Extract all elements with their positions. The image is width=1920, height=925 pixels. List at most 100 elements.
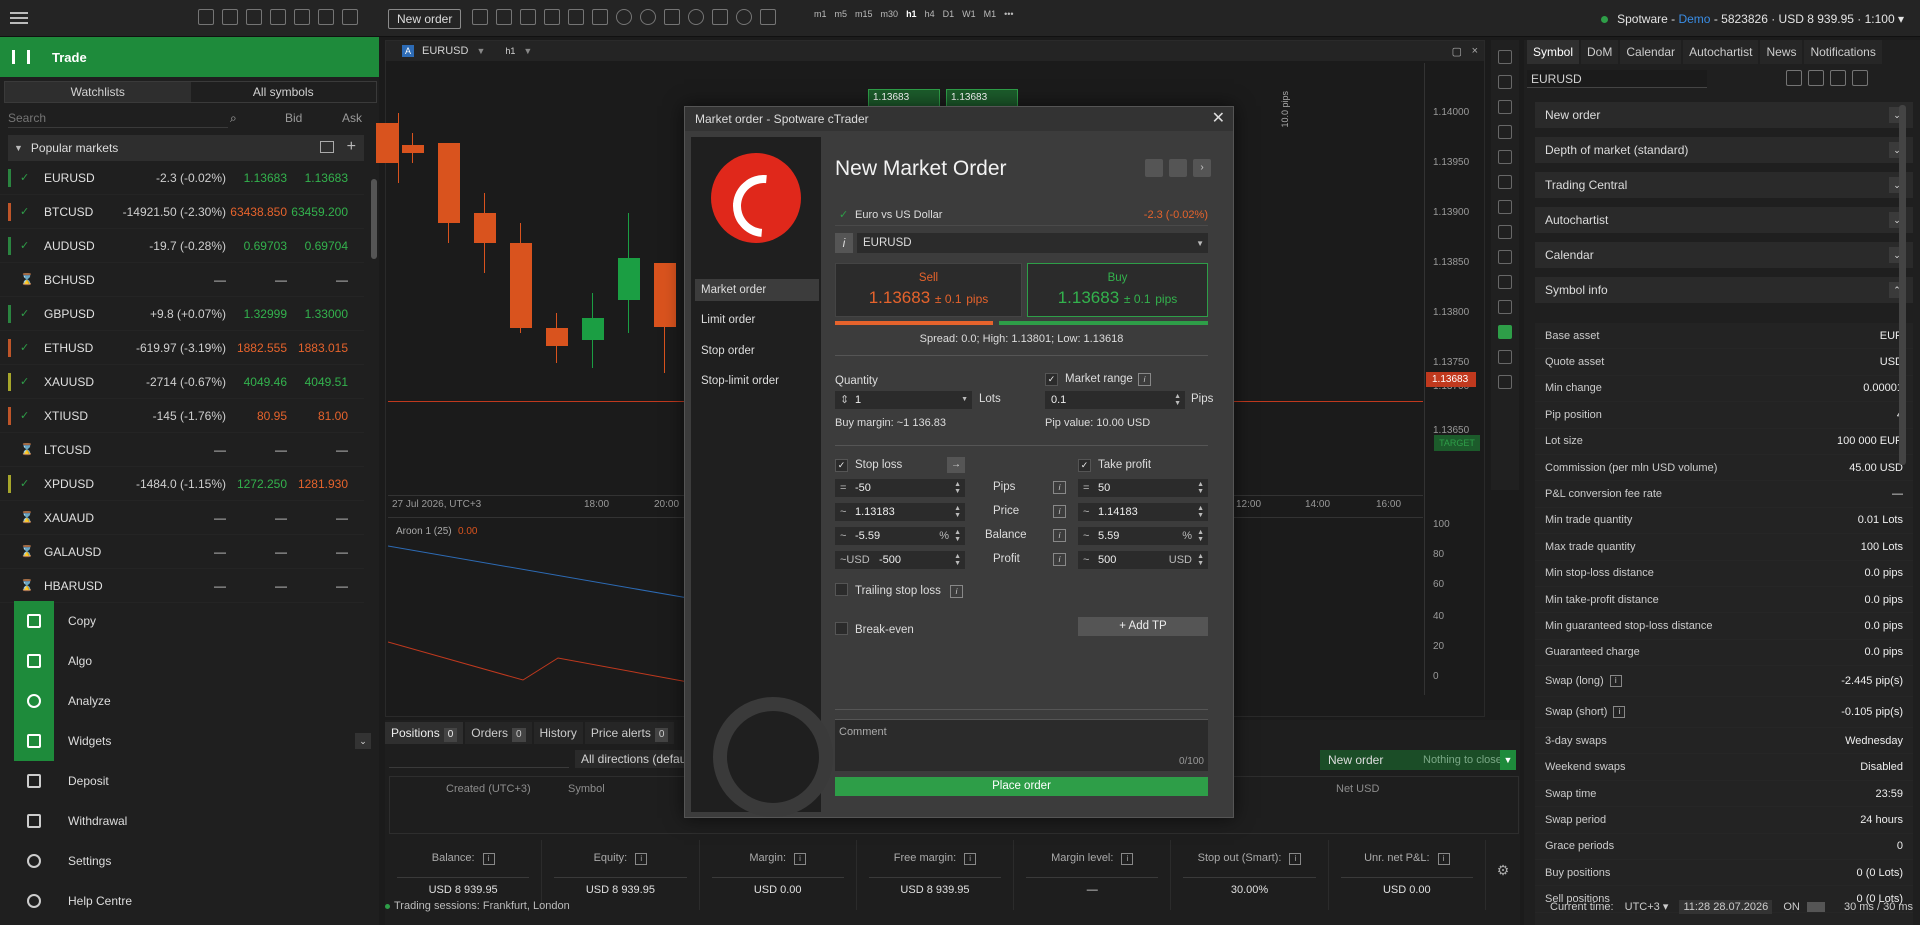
break-even-checkbox[interactable] bbox=[835, 622, 848, 635]
tf-h1[interactable]: h1 bbox=[906, 9, 917, 19]
tp-balance-input[interactable]: ~5.59% ▲ ▼ bbox=[1078, 527, 1208, 545]
nav-deposit[interactable]: Deposit bbox=[0, 761, 379, 801]
add-tp-button[interactable]: + Add TP bbox=[1078, 617, 1208, 636]
info-icon[interactable]: i bbox=[1609, 675, 1622, 688]
quick-sell-button[interactable]: 1.13683 bbox=[868, 89, 940, 107]
accordion-new-order[interactable]: New order ⌄ bbox=[1535, 102, 1913, 128]
accordion-symbol-info[interactable]: Symbol info ⌃ bbox=[1535, 277, 1913, 303]
window-icon[interactable] bbox=[222, 9, 238, 25]
info-icon[interactable]: i bbox=[1053, 553, 1066, 566]
chart-timeframe[interactable]: h1 bbox=[505, 46, 515, 56]
order-type-limit[interactable]: Limit order bbox=[695, 309, 819, 331]
chevron-down-icon[interactable]: ⌄ bbox=[355, 733, 371, 749]
symbol-row[interactable]: ✓ BTCUSD -14921.50 (-2.30%) 63438.850 63459.… bbox=[0, 195, 364, 229]
symbol-ask[interactable]: 0.69704 bbox=[305, 239, 348, 253]
info-icon[interactable]: i bbox=[482, 853, 495, 865]
grid-icon[interactable] bbox=[520, 9, 536, 25]
col-symbol[interactable]: Symbol bbox=[568, 783, 605, 795]
layout-icon[interactable] bbox=[496, 9, 512, 25]
chart-type-icon[interactable] bbox=[472, 9, 488, 25]
info-icon[interactable]: i bbox=[1053, 481, 1066, 494]
single-chart-icon[interactable] bbox=[544, 9, 560, 25]
chevron-down-icon[interactable]: ▼ bbox=[1196, 239, 1204, 248]
sl-balance-input[interactable]: ~ -5.59% ▲ ▼ bbox=[835, 527, 965, 545]
order-type-stop[interactable]: Stop order bbox=[695, 340, 819, 362]
symbol-ask[interactable]: 4049.51 bbox=[305, 375, 348, 389]
multi-chart-icon[interactable] bbox=[592, 9, 608, 25]
chevron-down-icon[interactable]: ▼ bbox=[523, 46, 532, 56]
symbol-bid[interactable]: 1.13683 bbox=[244, 171, 287, 185]
nav-algo[interactable]: Algo bbox=[0, 641, 379, 681]
chevron-right-icon[interactable]: › bbox=[1193, 159, 1211, 177]
arrow-icon[interactable] bbox=[1498, 250, 1512, 264]
info-icon[interactable]: i bbox=[950, 585, 963, 598]
dialog-title-bar[interactable]: Market order - Spotware cTrader ✕ bbox=[685, 107, 1233, 131]
tab-watchlists[interactable]: Watchlists bbox=[5, 82, 191, 102]
pen-icon[interactable] bbox=[1498, 175, 1512, 189]
account-selector[interactable]: Spotware - Demo - 5823826 · USD 8 939.95… bbox=[1600, 12, 1904, 26]
symbol-row[interactable]: ⌛ HBARUSD — — — bbox=[0, 569, 364, 603]
crosshair-icon[interactable] bbox=[1498, 75, 1512, 89]
info-icon[interactable]: i bbox=[1613, 706, 1626, 719]
close-icon[interactable]: ✕ bbox=[1212, 107, 1225, 131]
info-icon[interactable]: i bbox=[1121, 853, 1134, 865]
symbol-row[interactable]: ✓ XTIUSD -145 (-1.76%) 80.95 81.00 bbox=[0, 399, 364, 433]
tab-calendar[interactable]: Calendar bbox=[1620, 40, 1682, 64]
color-picker-icon[interactable] bbox=[1498, 325, 1512, 339]
market-range-input[interactable]: 0.1 ▲ ▼ bbox=[1045, 391, 1185, 409]
sl-price-input[interactable]: ~1.13183 ▲ ▼ bbox=[835, 503, 965, 521]
tf-d1[interactable]: D1 bbox=[943, 9, 955, 19]
tf-m15[interactable]: m15 bbox=[855, 9, 873, 19]
rectangle-icon[interactable] bbox=[1498, 225, 1512, 239]
quantity-input[interactable]: ⇕ 1 ▼ bbox=[835, 391, 972, 409]
share-icon[interactable] bbox=[1145, 159, 1163, 177]
nav-help-centre[interactable]: Help Centre bbox=[0, 881, 379, 921]
nav-copy[interactable]: Copy bbox=[0, 601, 379, 641]
positions-search[interactable] bbox=[389, 750, 569, 768]
stepper-icon[interactable]: ▲ ▼ bbox=[1174, 393, 1181, 407]
sl-profit-input[interactable]: ~USD -500 ▲ ▼ bbox=[835, 551, 965, 569]
camera-icon[interactable] bbox=[1498, 350, 1512, 364]
trendline-icon[interactable] bbox=[1498, 125, 1512, 139]
symbol-bid[interactable]: 0.69703 bbox=[244, 239, 287, 253]
chevron-down-icon[interactable]: ▼ bbox=[476, 46, 485, 56]
info-icon[interactable]: i bbox=[1138, 373, 1151, 386]
layers-icon[interactable] bbox=[712, 9, 728, 25]
price-axis[interactable]: 1.14000 1.13950 1.13900 1.13850 1.13800 … bbox=[1424, 63, 1481, 533]
symbol-bid[interactable]: 80.95 bbox=[257, 409, 287, 423]
eye-icon[interactable] bbox=[736, 9, 752, 25]
tp-profit-input[interactable]: ~500 USD ▲ ▼ bbox=[1078, 551, 1208, 569]
tf-m1[interactable]: m1 bbox=[814, 9, 827, 19]
trade-header[interactable]: Trade bbox=[0, 37, 379, 77]
symbol-bid[interactable]: — bbox=[275, 273, 287, 287]
tile-icon[interactable] bbox=[568, 9, 584, 25]
zoom-out-icon[interactable] bbox=[616, 9, 632, 25]
right-panel-scrollbar[interactable] bbox=[1899, 105, 1906, 465]
symbol-bid[interactable]: — bbox=[275, 545, 287, 559]
tf-h4[interactable]: h4 bbox=[925, 9, 935, 19]
symbol-row[interactable]: ✓ XPDUSD -1484.0 (-1.15%) 1272.250 1281.930 bbox=[0, 467, 364, 501]
chevron-down-icon[interactable]: ▼ bbox=[961, 396, 968, 403]
stepper-icon[interactable]: ▲ ▼ bbox=[954, 553, 961, 567]
info-icon[interactable]: i bbox=[635, 853, 648, 865]
bell-icon[interactable] bbox=[1852, 70, 1868, 86]
symbol-list-scrollbar[interactable] bbox=[370, 175, 378, 635]
indicator-icon[interactable] bbox=[664, 9, 680, 25]
market-range-checkbox[interactable]: ✓ bbox=[1045, 373, 1058, 386]
symbol-row[interactable]: ✓ ETHUSD -619.97 (-3.19%) 1882.555 1883.015 bbox=[0, 331, 364, 365]
stepper-icon[interactable]: ▲ ▼ bbox=[954, 481, 961, 495]
symbol-bid[interactable]: — bbox=[275, 579, 287, 593]
stop-loss-checkbox[interactable]: ✓ bbox=[835, 459, 848, 472]
close-all-button[interactable]: Nothing to close bbox=[1415, 750, 1505, 770]
tab-symbol[interactable]: Symbol bbox=[1527, 40, 1580, 64]
tf-mn1[interactable]: M1 bbox=[984, 9, 997, 19]
popular-markets-group[interactable]: ▼ Popular markets + bbox=[8, 135, 364, 161]
ray-icon[interactable] bbox=[1498, 150, 1512, 164]
tab-dom[interactable]: DoM bbox=[1581, 40, 1619, 64]
symbol-bid[interactable]: 63438.850 bbox=[230, 205, 287, 219]
stepper-icon[interactable]: ▲ ▼ bbox=[954, 505, 961, 519]
quick-buy-button[interactable]: 1.13683 bbox=[946, 89, 1018, 107]
nav-withdrawal[interactable]: Withdrawal bbox=[0, 801, 379, 841]
info-icon[interactable]: i bbox=[1053, 529, 1066, 542]
order-type-stop-limit[interactable]: Stop-limit order bbox=[695, 370, 819, 392]
